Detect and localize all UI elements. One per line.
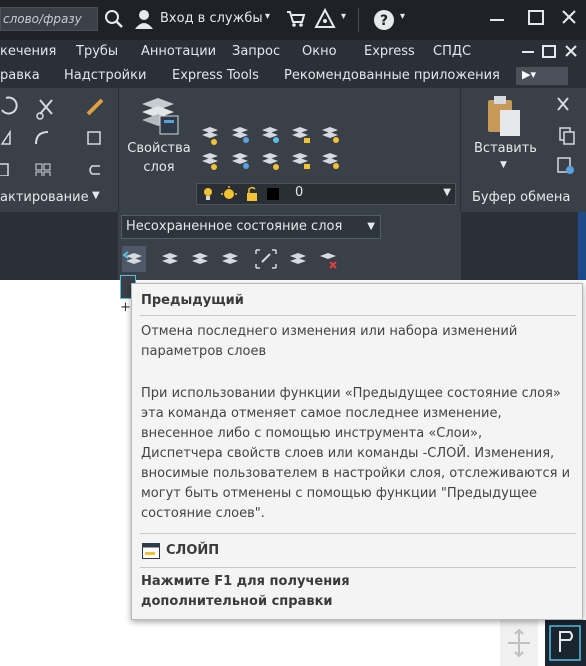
clipboard-tools-icons[interactable] xyxy=(554,94,578,178)
ribbon-minimize-icon: ▶▾ xyxy=(522,68,536,81)
tooltip-divider xyxy=(140,533,576,534)
layer-dropdown[interactable]: 0 ▼ xyxy=(196,183,456,205)
menu-item-annotations[interactable]: Аннотации xyxy=(141,40,216,64)
user-icon[interactable] xyxy=(134,9,154,29)
layer-combo-value: 0 xyxy=(295,185,304,200)
help-dropdown-icon[interactable]: ▾ xyxy=(400,11,405,22)
panel-divider xyxy=(118,88,119,212)
layer-state-tools-icons[interactable] xyxy=(122,246,348,272)
tooltip-summary-line: параметров слоев xyxy=(141,344,267,359)
minimize-icon[interactable] xyxy=(490,19,504,21)
signin-dropdown-icon[interactable]: ▾ xyxy=(265,11,270,22)
modify-panel-expand-icon[interactable]: ▼ xyxy=(92,190,100,201)
tooltip-desc-line: состояние слоев". xyxy=(141,506,265,521)
tab-featured-apps[interactable]: Рекомендованные приложения xyxy=(284,64,500,88)
modify-panel-label[interactable]: актирование xyxy=(0,190,89,205)
tab-edit[interactable]: равка xyxy=(0,64,40,88)
layer-state-dropdown[interactable]: Несохраненное состояние слоя ▼ xyxy=(121,215,381,239)
tooltip-help-line: Нажмите F1 для получения xyxy=(141,574,350,589)
layer-properties-label-2[interactable]: слоя xyxy=(126,160,192,175)
paste-label[interactable]: Вставить xyxy=(474,141,537,156)
layer-tools-icons[interactable] xyxy=(198,126,348,182)
doc-close-icon[interactable] xyxy=(565,45,577,57)
layer-properties-icon[interactable] xyxy=(138,94,182,138)
search-input[interactable]: слово/фразу xyxy=(0,7,98,31)
panel-background-right xyxy=(461,212,586,280)
menu-item-misc[interactable]: кечения xyxy=(0,40,56,64)
layer-properties-label-1[interactable]: Свойства xyxy=(126,141,192,156)
tooltip: Предыдущий Отмена последнего изменения и… xyxy=(131,283,583,620)
layer-state-value: Несохраненное состояние слоя xyxy=(126,219,343,234)
tooltip-summary-line: Отмена последнего изменения или набора и… xyxy=(141,324,518,339)
doc-restore-icon[interactable] xyxy=(542,45,556,58)
tab-express-tools[interactable]: Express Tools xyxy=(172,64,259,88)
layer-combo-arrow-icon[interactable]: ▼ xyxy=(443,187,451,198)
tooltip-desc-line: При использовании функции «Предыдущее со… xyxy=(141,386,561,401)
menu-item-spds[interactable]: СПДС xyxy=(433,40,471,64)
tooltip-desc-line: внесенное либо с помощью инструмента «Сл… xyxy=(141,426,483,441)
panel-divider xyxy=(460,88,461,212)
tooltip-desc-line: Диспетчера свойств слоев или команды -СЛ… xyxy=(141,446,555,461)
tooltip-command-name: СЛОЙП xyxy=(166,543,220,558)
menu-item-query[interactable]: Запрос xyxy=(232,40,280,64)
ucs-icon[interactable] xyxy=(548,624,582,662)
tooltip-title: Предыдущий xyxy=(141,293,244,308)
cart-icon[interactable] xyxy=(286,10,306,28)
tooltip-divider xyxy=(140,567,576,568)
title-separator xyxy=(358,8,359,32)
clipboard-panel-label[interactable]: Буфер обмена xyxy=(472,190,570,205)
ribbon-tabs: равка Надстройки Express Tools Рекомендо… xyxy=(0,64,586,89)
pan-icon[interactable] xyxy=(506,628,532,658)
menu-bar: кечения Трубы Аннотации Запрос Окно Expr… xyxy=(0,40,586,64)
layer-state-icons xyxy=(204,186,279,201)
paste-dropdown-icon[interactable]: ▼ xyxy=(500,160,507,170)
ribbon-minimize-button[interactable]: ▶▾ xyxy=(516,67,568,85)
panel-background-left xyxy=(0,212,118,280)
signin-label[interactable]: Вход в службы xyxy=(160,11,263,26)
close-icon[interactable] xyxy=(562,10,576,24)
maximize-icon[interactable] xyxy=(528,10,544,25)
modify-tools-icons[interactable] xyxy=(0,96,110,176)
command-line-icon xyxy=(142,543,160,559)
autodesk-a360-icon[interactable] xyxy=(314,8,336,30)
menu-item-pipes[interactable]: Трубы xyxy=(76,40,118,64)
title-bar: слово/фразу Вход в службы ▾ ▾ ? ▾ xyxy=(0,0,586,40)
search-icon[interactable] xyxy=(104,9,124,29)
doc-minimize-icon[interactable] xyxy=(522,51,534,53)
menu-item-window[interactable]: Окно xyxy=(302,40,337,64)
paste-icon[interactable] xyxy=(484,94,524,138)
help-icon[interactable]: ? xyxy=(372,8,396,32)
tooltip-desc-line: вносимые пользователем в настройки слоя,… xyxy=(141,466,571,481)
tooltip-desc-line: эта команда отменяет самое последнее изм… xyxy=(141,406,502,421)
svg-text:?: ? xyxy=(380,13,388,29)
tab-addins[interactable]: Надстройки xyxy=(64,64,146,88)
window-border xyxy=(578,212,586,280)
layer-state-arrow-icon[interactable]: ▼ xyxy=(367,216,375,238)
ribbon: актирование ▼ Свойства слоя 0 ▼ Вставить… xyxy=(0,88,586,212)
menu-item-express[interactable]: Express xyxy=(364,40,415,64)
tooltip-desc-line: могут быть отменены с помощью функции "П… xyxy=(141,486,538,501)
tooltip-help-line: дополнительной справки xyxy=(141,594,333,609)
tooltip-divider xyxy=(140,315,576,316)
a360-dropdown-icon[interactable]: ▾ xyxy=(341,11,346,22)
